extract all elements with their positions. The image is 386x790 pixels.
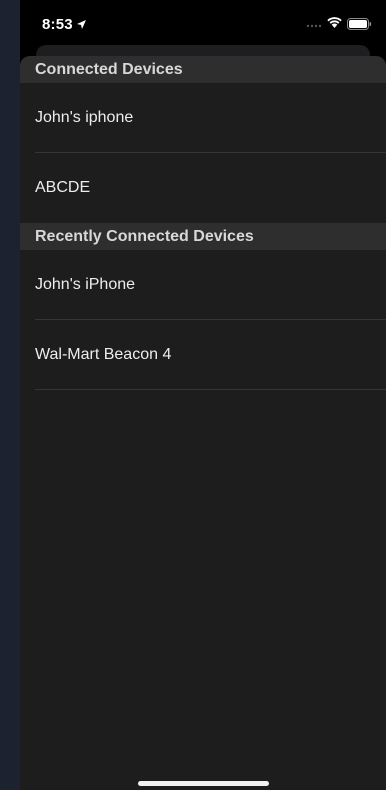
device-name: Wal-Mart Beacon 4 — [35, 346, 172, 363]
section-header-recent: Recently Connected Devices — [20, 223, 386, 250]
location-arrow-icon — [76, 20, 86, 29]
section-header-connected: Connected Devices — [20, 56, 386, 83]
device-name: John's iPhone — [35, 276, 136, 293]
home-indicator[interactable] — [138, 781, 269, 786]
wifi-icon — [327, 17, 342, 28]
battery-icon — [347, 18, 372, 30]
device-row[interactable]: ABCDE — [20, 153, 386, 223]
status-bar: 8:53 — [20, 0, 386, 48]
status-time: 8:53 — [42, 16, 73, 33]
phone-screen: 8:53 Connected Devices John's iphone ABC… — [20, 0, 386, 790]
device-row[interactable]: Wal-Mart Beacon 4 — [20, 320, 386, 390]
devices-sheet: Connected Devices John's iphone ABCDE Re… — [20, 56, 386, 790]
device-row[interactable]: John's iPhone — [20, 250, 386, 320]
desktop-background: 8:53 Connected Devices John's iphone ABC… — [0, 0, 386, 790]
cellular-signal-icon — [306, 24, 322, 28]
device-row[interactable]: John's iphone — [20, 83, 386, 153]
device-name: ABCDE — [35, 179, 91, 196]
status-time-container: 8:53 — [42, 16, 87, 33]
device-name: John's iphone — [35, 109, 134, 126]
